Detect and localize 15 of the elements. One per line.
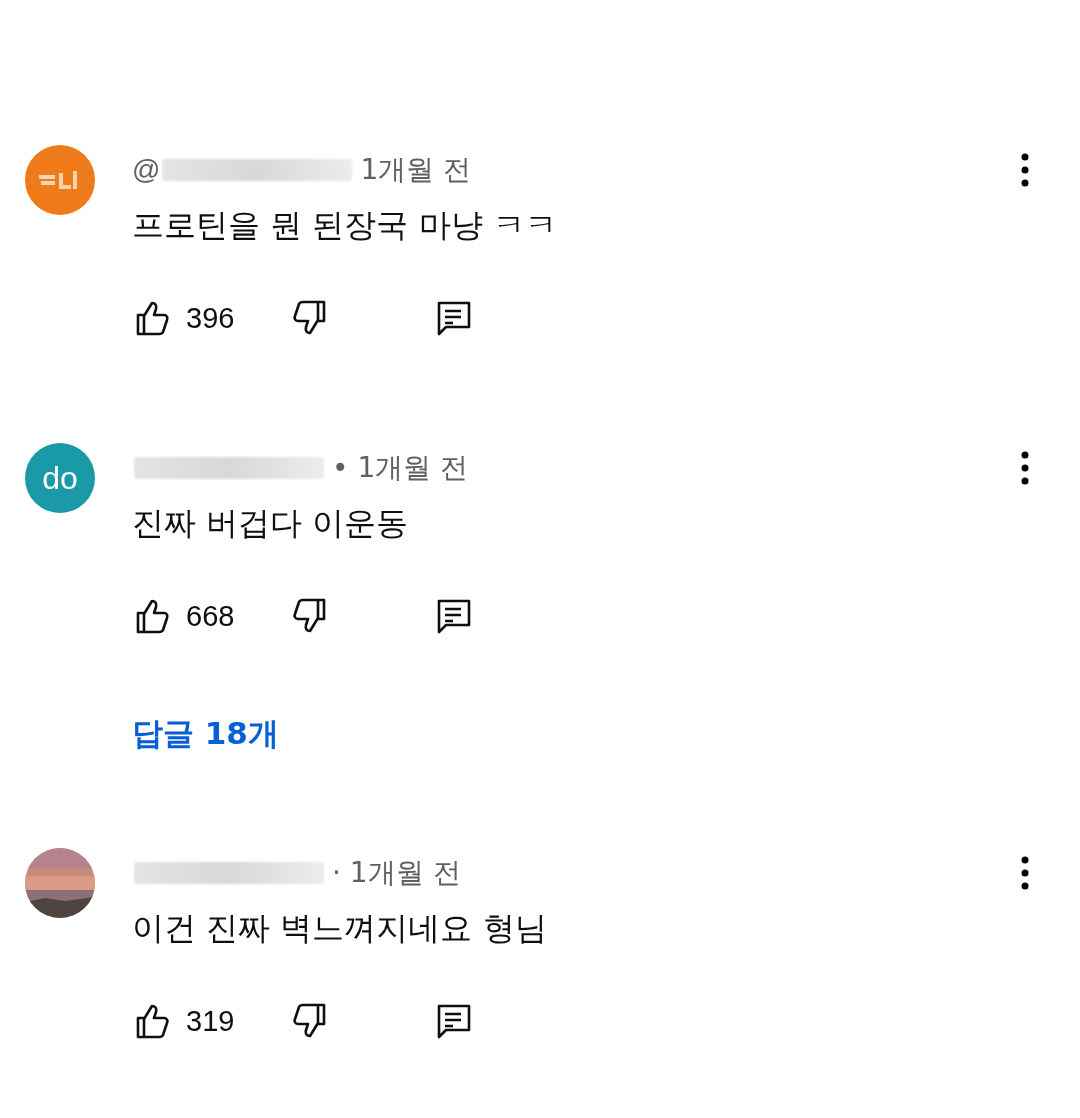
like-count: 668	[186, 599, 236, 633]
replies-link[interactable]: 답글 18개	[132, 713, 279, 755]
comment-time: · 1개월 전	[332, 855, 461, 891]
user-avatar[interactable]: do	[25, 443, 95, 513]
comment-text: 프로틴을 뭔 된장국 마냥 ㅋㅋ	[132, 205, 558, 246]
more-icon[interactable]	[1020, 450, 1030, 486]
comment-time: • 1개월 전	[332, 450, 469, 486]
comment-text: 이건 진짜 벽느껴지네요 형님	[132, 908, 548, 949]
more-icon[interactable]	[1020, 152, 1030, 188]
username[interactable]: @	[132, 154, 161, 186]
comment-text: 진짜 버겁다 이운동	[132, 503, 410, 544]
like-count: 396	[186, 301, 236, 335]
more-icon[interactable]	[1020, 855, 1030, 891]
comment-time: 1개월 전	[360, 152, 472, 188]
like-count: 319	[186, 1004, 236, 1038]
